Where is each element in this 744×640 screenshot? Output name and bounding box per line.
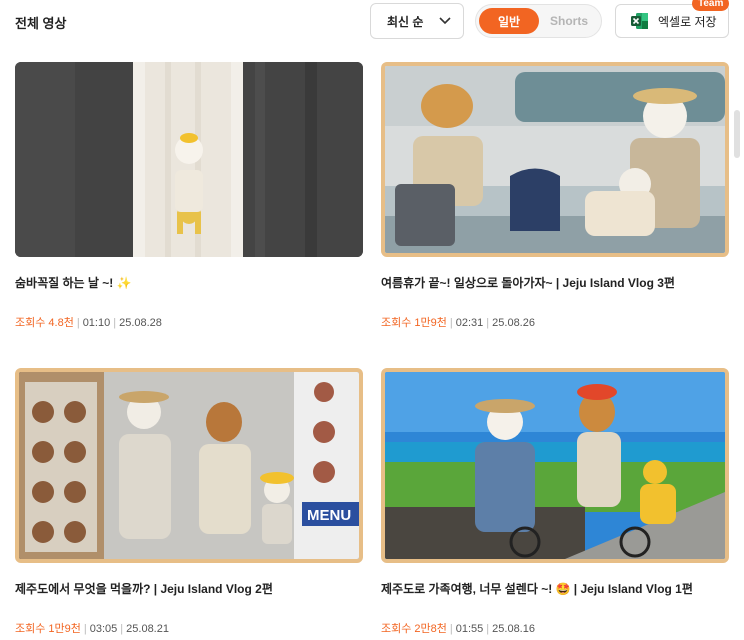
view-count: 조회수 2만8천 <box>381 623 447 635</box>
upload-date: 25.08.21 <box>126 623 169 635</box>
sort-label: 최신 순 <box>387 14 424 29</box>
video-thumbnail[interactable] <box>381 62 729 257</box>
toggle-general[interactable]: 일반 <box>479 8 539 34</box>
sparkles-icon: ✨ <box>116 276 132 290</box>
team-badge: Team <box>692 0 730 11</box>
video-duration: 02:31 <box>455 317 484 329</box>
video-meta: 조회수 4.8천 | 01:10 | 25.08.28 <box>15 317 162 329</box>
video-thumbnail[interactable] <box>381 368 729 563</box>
video-title[interactable]: 여름휴가 끝~! 일상으로 돌아가자~ | Jeju Island Vlog 3… <box>381 274 675 291</box>
upload-date: 25.08.16 <box>492 623 535 635</box>
view-count: 조회수 4.8천 <box>15 317 74 329</box>
video-thumbnail[interactable] <box>15 62 363 257</box>
video-meta: 조회수 2만8천 | 01:55 | 25.08.16 <box>381 623 535 635</box>
toggle-shorts[interactable]: Shorts <box>540 8 598 34</box>
video-type-toggle: 일반 Shorts <box>475 4 602 38</box>
excel-label: 엑셀로 저장 <box>658 14 717 29</box>
video-meta: 조회수 1만9천 | 03:05 | 25.08.21 <box>15 623 169 635</box>
video-duration: 01:55 <box>455 623 484 635</box>
chevron-down-icon <box>439 17 451 25</box>
video-duration: 01:10 <box>82 317 111 329</box>
video-title[interactable]: 제주도로 가족여행, 너무 설렌다 ~! 🤩 | Jeju Island Vlo… <box>381 580 693 597</box>
page-title: 전체 영상 <box>15 16 67 31</box>
upload-date: 25.08.28 <box>119 317 162 329</box>
view-count: 조회수 1만9천 <box>15 623 81 635</box>
menu-sign-text: MENU <box>307 507 351 524</box>
video-thumbnail[interactable]: MENU <box>15 368 363 563</box>
scrollbar[interactable] <box>734 110 740 158</box>
upload-date: 25.08.26 <box>492 317 535 329</box>
sort-select[interactable]: 최신 순 <box>370 3 464 39</box>
video-meta: 조회수 1만9천 | 02:31 | 25.08.26 <box>381 317 535 329</box>
view-count: 조회수 1만9천 <box>381 317 447 329</box>
video-duration: 03:05 <box>89 623 118 635</box>
video-title[interactable]: 숨바꼭질 하는 날 ~! ✨ <box>15 274 132 291</box>
excel-icon <box>631 13 648 29</box>
video-title[interactable]: 제주도에서 무엇을 먹을까? | Jeju Island Vlog 2편 <box>15 580 273 597</box>
